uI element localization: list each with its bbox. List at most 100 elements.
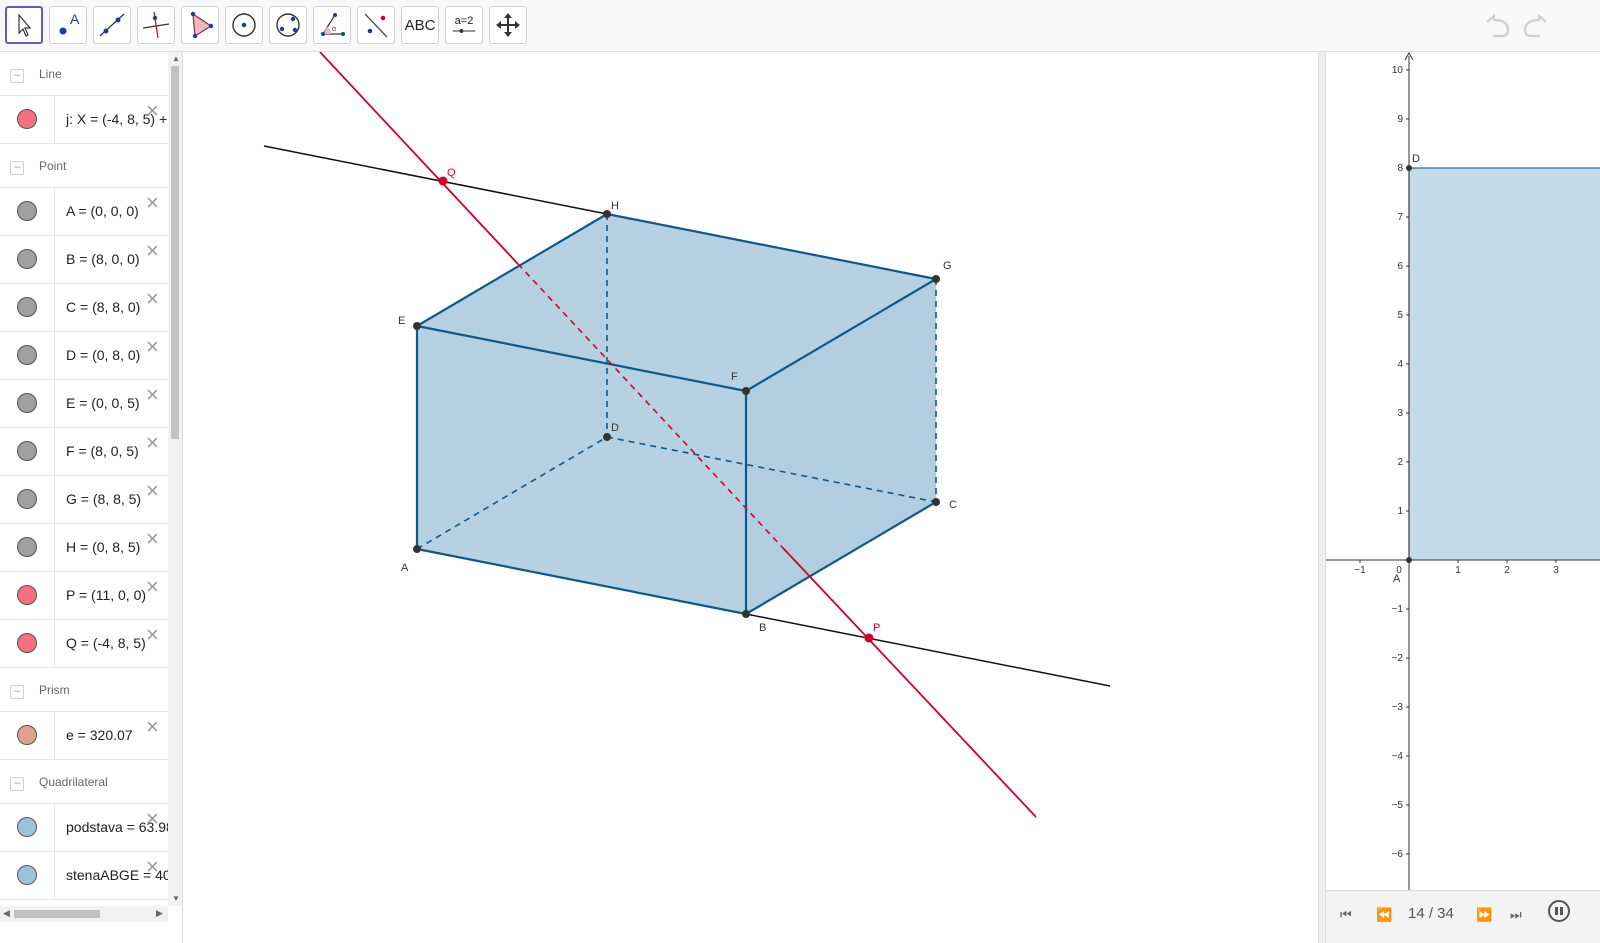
scroll-right-icon[interactable]: ▶ — [156, 908, 163, 919]
point-d-2d[interactable] — [1406, 165, 1412, 171]
visibility-marble[interactable] — [17, 249, 37, 269]
scrollbar-thumb[interactable] — [171, 66, 179, 439]
algebra-item[interactable]: Q = (-4, 8, 5) × — [0, 620, 168, 668]
plane-2d[interactable]: 10 9 8 7 6 5 4 3 2 1 −1 −2 −3 −4 −5 −6 −… — [1326, 52, 1600, 890]
next-icon[interactable]: ⏩ — [1476, 907, 1492, 923]
algebra-item[interactable]: j: X = (-4, 8, 5) + × — [0, 96, 168, 144]
polygon-tool[interactable] — [181, 6, 219, 44]
label-a-2d: A — [1393, 573, 1401, 585]
point-a-2d[interactable] — [1406, 557, 1412, 563]
visibility-marble[interactable] — [17, 345, 37, 365]
collapse-icon[interactable]: – — [10, 685, 24, 699]
pause-icon[interactable] — [1548, 900, 1570, 922]
delete-icon[interactable]: × — [146, 192, 159, 214]
line-tool[interactable] — [93, 6, 131, 44]
perpendicular-tool[interactable] — [137, 6, 175, 44]
delete-icon[interactable]: × — [146, 240, 159, 262]
text-tool[interactable]: ABC — [401, 6, 439, 44]
undo-icon[interactable] — [1483, 12, 1513, 40]
horizontal-scrollbar[interactable]: ◀ ▶ — [0, 906, 168, 922]
graphics-2d-view[interactable]: 10 9 8 7 6 5 4 3 2 1 −1 −2 −3 −4 −5 −6 −… — [1326, 52, 1600, 890]
label-e: E — [398, 315, 405, 327]
algebra-item[interactable]: E = (0, 0, 5) × — [0, 380, 168, 428]
algebra-item[interactable]: G = (8, 8, 5) × — [0, 476, 168, 524]
move-graphics-icon — [496, 13, 520, 37]
algebra-item[interactable]: A = (0, 0, 0) × — [0, 188, 168, 236]
algebra-view: – Line j: X = (-4, 8, 5) + × – Point A =… — [0, 52, 183, 943]
group-header-line[interactable]: – Line — [0, 52, 168, 96]
scroll-down-icon[interactable]: ▼ — [172, 894, 180, 903]
algebra-item[interactable]: H = (0, 8, 5) × — [0, 524, 168, 572]
last-icon[interactable]: ⏭ — [1510, 907, 1522, 923]
line-through-b-p[interactable] — [745, 613, 1111, 687]
point-p[interactable] — [864, 633, 874, 643]
previous-icon[interactable]: ⏪ — [1376, 907, 1392, 923]
visibility-marble[interactable] — [17, 393, 37, 413]
slider-tool[interactable]: a=2 — [445, 6, 483, 44]
view-splitter[interactable] — [1318, 52, 1326, 943]
line-j-outside-top[interactable] — [319, 52, 519, 265]
visibility-marble[interactable] — [17, 201, 37, 221]
svg-text:−4: −4 — [1392, 751, 1404, 762]
algebra-item[interactable]: P = (11, 0, 0) × — [0, 572, 168, 620]
visibility-marble[interactable] — [17, 725, 37, 745]
scrollbar-thumb[interactable] — [14, 910, 100, 918]
algebra-item[interactable]: e = 320.07 × — [0, 712, 168, 760]
group-header-point[interactable]: – Point — [0, 144, 168, 188]
delete-icon[interactable]: × — [146, 624, 159, 646]
collapse-icon[interactable]: – — [10, 161, 24, 175]
delete-icon[interactable]: × — [146, 432, 159, 454]
collapse-icon[interactable]: – — [10, 69, 24, 83]
visibility-marble[interactable] — [17, 109, 37, 129]
x-tick-labels: −1 0 1 2 3 — [1354, 565, 1559, 576]
reflect-tool[interactable] — [357, 6, 395, 44]
delete-icon[interactable]: × — [146, 528, 159, 550]
delete-icon[interactable]: × — [146, 856, 159, 878]
angle-tool[interactable]: α — [313, 6, 351, 44]
algebra-item[interactable]: B = (8, 0, 0) × — [0, 236, 168, 284]
collapse-icon[interactable]: – — [10, 777, 24, 791]
delete-icon[interactable]: × — [146, 808, 159, 830]
algebra-item[interactable]: F = (8, 0, 5) × — [0, 428, 168, 476]
delete-icon[interactable]: × — [146, 100, 159, 122]
first-icon[interactable]: ⏮ — [1340, 907, 1352, 923]
redo-icon[interactable] — [1520, 12, 1550, 40]
svg-text:4: 4 — [1397, 359, 1403, 370]
algebra-item[interactable]: stenaABGE = 40. × — [0, 852, 168, 900]
visibility-marble[interactable] — [17, 441, 37, 461]
move-view-tool[interactable] — [489, 6, 527, 44]
delete-icon[interactable]: × — [146, 716, 159, 738]
quadrilateral-fill[interactable] — [1409, 168, 1600, 560]
svg-text:−2: −2 — [1392, 653, 1404, 664]
visibility-marble[interactable] — [17, 489, 37, 509]
move-tool[interactable] — [5, 6, 43, 44]
delete-icon[interactable]: × — [146, 480, 159, 502]
circle-tool[interactable] — [225, 6, 263, 44]
delete-icon[interactable]: × — [146, 288, 159, 310]
algebra-item[interactable]: D = (0, 8, 0) × — [0, 332, 168, 380]
vertical-scrollbar[interactable]: ▲ ▼ — [168, 52, 182, 906]
algebra-item[interactable]: podstava = 63.98 × — [0, 804, 168, 852]
visibility-marble[interactable] — [17, 865, 37, 885]
line-j-outside-bottom[interactable] — [782, 547, 1037, 818]
visibility-marble[interactable] — [17, 297, 37, 317]
visibility-marble[interactable] — [17, 817, 37, 837]
scroll-up-icon[interactable]: ▲ — [172, 54, 180, 63]
point-tool[interactable]: A — [49, 6, 87, 44]
group-header-quadrilateral[interactable]: – Quadrilateral — [0, 760, 168, 804]
visibility-marble[interactable] — [17, 633, 37, 653]
graphics-3d-view[interactable]: Q H G E F D C A B P — [190, 52, 1318, 943]
algebra-item[interactable]: C = (8, 8, 0) × — [0, 284, 168, 332]
group-header-prism[interactable]: – Prism — [0, 668, 168, 712]
visibility-marble[interactable] — [17, 585, 37, 605]
delete-icon[interactable]: × — [146, 576, 159, 598]
delete-icon[interactable]: × — [146, 336, 159, 358]
cursor-arrow-icon — [18, 13, 32, 37]
line-through-q-h[interactable] — [263, 145, 608, 215]
delete-icon[interactable]: × — [146, 384, 159, 406]
text-icon: ABC — [404, 16, 436, 34]
conic-tool[interactable] — [269, 6, 307, 44]
visibility-marble[interactable] — [17, 537, 37, 557]
scene-3d[interactable]: Q H G E F D C A B P — [190, 52, 1318, 943]
scroll-left-icon[interactable]: ◀ — [3, 908, 10, 919]
